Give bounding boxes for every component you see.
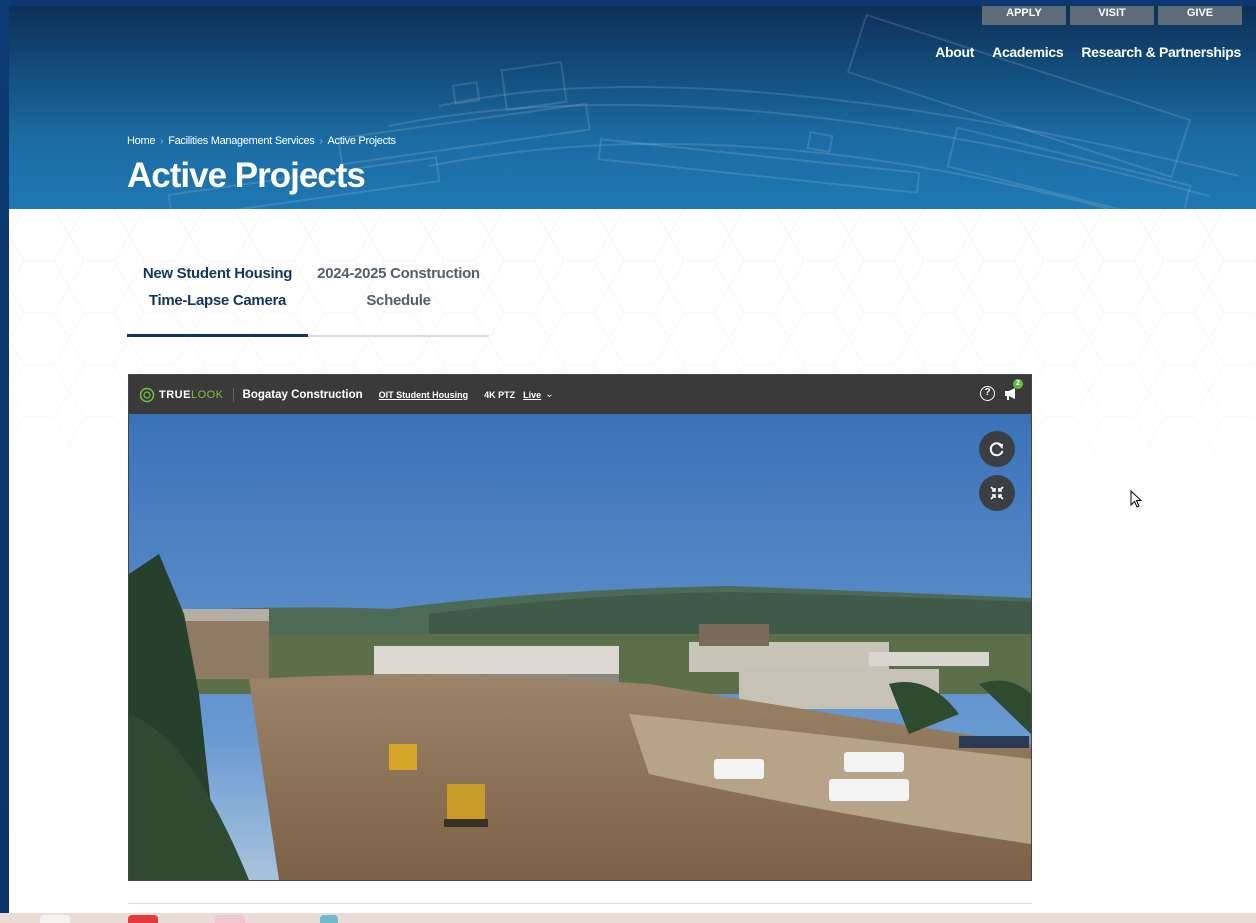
camera-live-image	[129, 414, 1031, 880]
give-button[interactable]: GIVE	[1158, 6, 1242, 25]
breadcrumb: Home › Facilities Management Services › …	[127, 135, 396, 147]
breadcrumb-facilities[interactable]: Facilities Management Services	[168, 135, 315, 147]
breadcrumb-separator-icon: ›	[319, 135, 323, 147]
os-taskbar	[0, 913, 1256, 923]
apply-button[interactable]: APPLY	[982, 6, 1066, 25]
breadcrumb-separator-icon: ›	[160, 135, 164, 147]
view-mode-select[interactable]: Live	[523, 390, 541, 400]
content-divider	[128, 903, 1032, 904]
taskbar-app-icon[interactable]	[40, 915, 70, 923]
announcement-icon[interactable]: 2	[1003, 379, 1023, 401]
nav-academics[interactable]: Academics	[992, 44, 1064, 60]
tab-time-lapse-camera[interactable]: New Student Housing Time-Lapse Camera	[127, 259, 308, 337]
camera-type: 4K PTZ	[484, 389, 516, 400]
visit-button[interactable]: VISIT	[1070, 6, 1154, 25]
truelook-logo-icon	[139, 387, 155, 402]
truelook-camera-widget: TRUE LOOK Bogatay Construction OIT Studen…	[128, 374, 1032, 881]
nav-about[interactable]: About	[935, 44, 974, 60]
tab-label-line2: Time-Lapse Camera	[148, 292, 287, 309]
site-header: APPLY VISIT GIVE About Academics Researc…	[9, 6, 1256, 209]
main-content: New Student Housing Time-Lapse Camera 20…	[9, 209, 1256, 923]
utility-nav: APPLY VISIT GIVE	[982, 6, 1242, 25]
main-nav: About Academics Research & Partnerships	[935, 44, 1241, 60]
taskbar-app-icon[interactable]	[320, 915, 338, 923]
taskbar-app-icon[interactable]	[215, 915, 245, 923]
nav-research-partnerships[interactable]: Research & Partnerships	[1081, 44, 1241, 60]
window-frame-left	[0, 0, 9, 923]
project-link[interactable]: OIT Student Housing	[379, 390, 469, 400]
tab-construction-schedule[interactable]: 2024-2025 Construction Schedule	[308, 259, 489, 337]
company-name: Bogatay Construction	[242, 388, 363, 401]
page-title: Active Projects	[127, 156, 366, 195]
chevron-down-icon[interactable]: ⌄	[545, 389, 553, 400]
taskbar-app-icon[interactable]	[128, 915, 158, 923]
tab-label-line1: New Student Housing	[142, 265, 293, 282]
breadcrumb-current: Active Projects	[327, 135, 397, 147]
tab-label-line1: 2024-2025 Construction	[317, 265, 480, 282]
refresh-icon[interactable]	[979, 431, 1015, 467]
tab-label-line2: Schedule	[366, 292, 431, 309]
mouse-cursor-icon	[1130, 490, 1143, 508]
help-icon[interactable]: ?	[980, 386, 995, 401]
truelook-logo: TRUE LOOK	[139, 387, 224, 403]
breadcrumb-home[interactable]: Home	[127, 135, 155, 147]
exit-fullscreen-icon[interactable]	[979, 475, 1015, 511]
notification-badge: 2	[1013, 379, 1023, 389]
camera-toolbar: TRUE LOOK Bogatay Construction OIT Studen…	[129, 375, 1031, 414]
toolbar-divider	[232, 387, 234, 402]
toolbar-right: ? 2	[980, 379, 1023, 401]
tab-bar: New Student Housing Time-Lapse Camera 20…	[127, 259, 489, 337]
